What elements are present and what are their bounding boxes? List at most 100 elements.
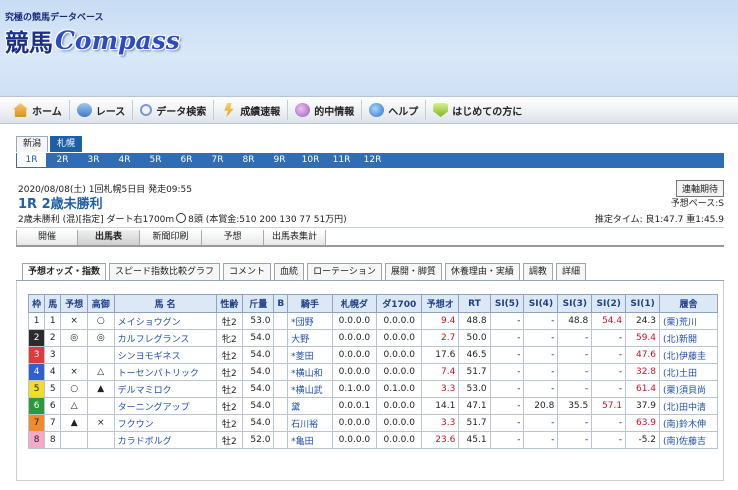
table-row: 5 5 ○ ▲ デルマミロク 牡2 54.0 *横山武 0.1.0.0 0.1.0.0 3.3 53.… [27, 380, 718, 398]
rating: 50.0 [458, 329, 491, 347]
si5: - [489, 346, 525, 364]
si5: - [489, 397, 525, 415]
race-tab-3r[interactable]: 3R [78, 153, 109, 168]
nav-race[interactable]: レース [70, 100, 134, 120]
content-tab-style[interactable]: 展開・脚質 [384, 263, 442, 280]
col-sex-header: 性齢 [215, 294, 244, 313]
horse-name[interactable]: ターニングアップ [113, 397, 217, 415]
nav-data-search[interactable]: データ検索 [133, 100, 215, 120]
nav-label: ヘルプ [388, 106, 419, 118]
col-name-header: 馬 名 [113, 294, 217, 313]
race-tab-8r[interactable]: 8R [233, 153, 264, 168]
main-nav: ホーム レース データ検索 成績速報 的中情報 ヘルプ はじめての方に [0, 96, 738, 124]
stable[interactable]: (南)佐藤吉 [659, 431, 718, 449]
stable[interactable]: (北)新開 [659, 329, 718, 347]
nav-beginner[interactable]: はじめての方に [426, 100, 529, 120]
nav-hits[interactable]: 的中情報 [288, 100, 363, 120]
race-tab-9r[interactable]: 9R [264, 153, 295, 168]
sub-tab-summary[interactable]: 出馬表集計 [264, 230, 326, 245]
blinker [273, 414, 289, 432]
jockey-name[interactable]: 黛 [287, 397, 333, 415]
kogyo-mark [86, 397, 115, 415]
kogyo-mark [86, 346, 115, 364]
venue-tab-sapporo[interactable]: 札幌 [50, 136, 83, 152]
sub-tab-print[interactable]: 新聞印刷 [140, 230, 202, 245]
si3: 35.5 [557, 397, 593, 415]
beginner-icon [433, 103, 449, 117]
horse-name[interactable]: フクウン [113, 414, 217, 432]
race-tab-5r[interactable]: 5R [140, 153, 171, 168]
content-tab-rest[interactable]: 休養理由・実績 [444, 263, 520, 280]
stable[interactable]: (南)鈴木伸 [659, 414, 718, 432]
content-tab-pedigree[interactable]: 血統 [274, 263, 305, 280]
si5: - [489, 312, 525, 330]
jockey-name[interactable]: *横山武 [287, 380, 333, 398]
horse-name[interactable]: カルフレグランス [113, 329, 217, 347]
race-tab-4r[interactable]: 4R [109, 153, 140, 168]
site-logo[interactable]: 競馬 Compass [5, 24, 180, 57]
si5: - [489, 363, 525, 381]
weight: 54.0 [242, 363, 275, 381]
nav-label: レース [95, 106, 126, 118]
stable[interactable]: (北)土田 [659, 363, 718, 381]
horse-name[interactable]: トーセンパトリック [113, 363, 217, 381]
site-tagline: 究極の競馬データベース [5, 13, 104, 23]
nav-results[interactable]: 成績速報 [214, 100, 289, 120]
col-yoso-header: 予想 [60, 294, 88, 313]
race-icon [76, 103, 92, 117]
si2: - [591, 431, 627, 449]
horse-name[interactable]: シンヨモギネス [113, 346, 217, 364]
rating: 51.7 [458, 363, 491, 381]
si5: - [489, 329, 525, 347]
entry-table: 枠馬予想 高御馬 名性齢 斤量 B 騎手 札幌ダ ダ1700 予想オ RT SI(5) SI(4) S… [27, 294, 718, 449]
sex-age: 牝2 [215, 329, 244, 347]
content-tab-speed-graph[interactable]: スピード指数比較グラフ [109, 263, 221, 280]
race-tab-11r[interactable]: 11R [326, 153, 357, 168]
race-tab-10r[interactable]: 10R [295, 153, 326, 168]
nav-home[interactable]: ホーム [6, 100, 70, 120]
content-tab-training[interactable]: 調教 [522, 263, 553, 280]
sub-tab-shutuba[interactable]: 出馬表 [78, 230, 140, 245]
rating: 53.0 [458, 380, 491, 398]
stable[interactable]: (栗)須貝尚 [659, 380, 718, 398]
nav-help[interactable]: ヘルプ [362, 100, 427, 120]
col-stable-header: 履舎 [659, 294, 718, 313]
stable[interactable]: (北)田中清 [659, 397, 718, 415]
race-tab-2r[interactable]: 2R [47, 153, 78, 168]
uma-cell: 6 [44, 397, 62, 415]
jockey-name[interactable]: *菱田 [287, 346, 333, 364]
venue-tab-niigata[interactable]: 新潟 [16, 136, 49, 152]
race-tab-12r[interactable]: 12R [357, 153, 388, 168]
jockey-name[interactable]: *亀田 [287, 431, 333, 449]
clock-icon [176, 213, 187, 223]
content-tab-comment[interactable]: コメント [223, 263, 272, 280]
race-tab-1r[interactable]: 1R [16, 153, 47, 168]
race-tab-7r[interactable]: 7R [202, 153, 233, 168]
horse-name[interactable]: カラドボルグ [113, 431, 217, 449]
horse-name[interactable]: デルマミロク [113, 380, 217, 398]
content-tab-detail[interactable]: 詳細 [555, 263, 586, 280]
horse-name[interactable]: メイショウグン [113, 312, 217, 330]
sub-tab-kaisai[interactable]: 開催 [16, 230, 78, 245]
si1: 61.4 [625, 380, 661, 398]
jockey-name[interactable]: 石川裕 [287, 414, 333, 432]
weight: 53.0 [242, 312, 275, 330]
content-tabs: 予想オッズ・指数 スピード指数比較グラフ コメント 血統 ローテーション 展開・… [22, 263, 586, 280]
si4: - [523, 380, 559, 398]
stable[interactable]: (北)伊藤圭 [659, 346, 718, 364]
predicted-odds: 2.7 [421, 329, 460, 347]
uma-cell: 2 [44, 329, 62, 347]
jockey-name[interactable]: 大野 [287, 329, 333, 347]
stable[interactable]: (栗)荒川 [659, 312, 718, 330]
d1700-record: 0.0.0.0 [376, 397, 423, 415]
d1700-record: 0.0.0.0 [376, 414, 423, 432]
race-tab-6r[interactable]: 6R [171, 153, 202, 168]
race-conditions-a: 2歳未勝利 (混)[指定] ダート右1700m [18, 215, 175, 225]
content-tab-rotation[interactable]: ローテーション [307, 263, 382, 280]
jockey-name[interactable]: *横山和 [287, 363, 333, 381]
renjiku-button[interactable]: 連軸期待 [675, 180, 724, 197]
jockey-name[interactable]: *団野 [287, 312, 333, 330]
table-row: 8 8 カラドボルグ 牡2 52.0 *亀田 0.0.0.0 0.0.0.0 23.6 45.1-… [27, 431, 718, 449]
sub-tab-yoso[interactable]: 予想 [202, 230, 264, 245]
content-tab-odds-index[interactable]: 予想オッズ・指数 [22, 263, 107, 280]
